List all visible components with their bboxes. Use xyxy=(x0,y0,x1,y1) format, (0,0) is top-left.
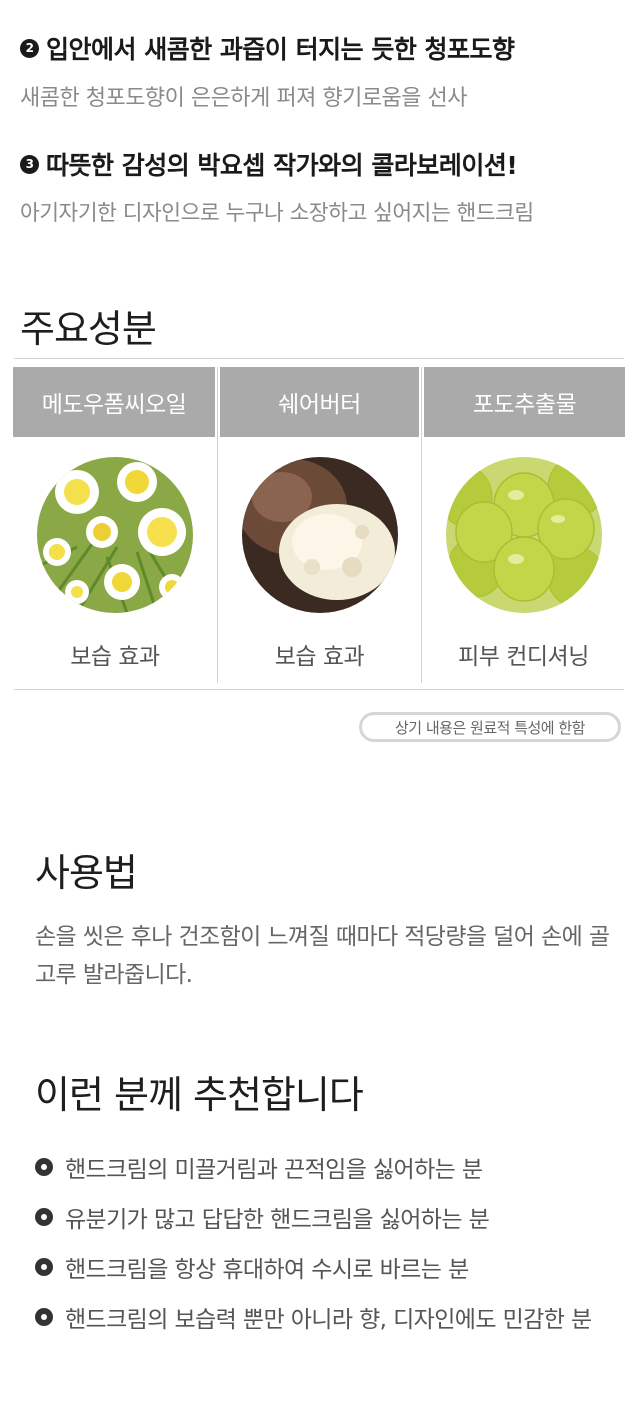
meadowfoam-flower-icon xyxy=(37,457,193,613)
recommend-item-text: 유분기가 많고 답답한 핸드크림을 싫어하는 분 xyxy=(65,1207,490,1233)
feature-2: 2 입안에서 새콤한 과즙이 터지는 듯한 청포도향 새콤한 청포도향이 은은하… xyxy=(20,30,515,112)
ingredient-effect: 피부 컨디셔닝 xyxy=(458,644,589,670)
ingredient-effect: 보습 효과 xyxy=(70,644,160,670)
recommend-title: 이런 분께 추천합니다 xyxy=(35,1073,364,1117)
divider xyxy=(14,689,624,690)
feature-2-desc: 새콤한 청포도향이 은은하게 퍼져 향기로움을 선사 xyxy=(20,86,468,111)
ingredient-name: 쉐어버터 xyxy=(220,367,419,437)
usage-title: 사용법 xyxy=(35,851,138,895)
ingredient-name: 포도추출물 xyxy=(424,367,625,437)
recommend-item-text: 핸드크림의 보습력 뿐만 아니라 향, 디자인에도 민감한 분 xyxy=(65,1307,592,1333)
list-item: 핸드크림을 항상 휴대하여 수시로 바르는 분 xyxy=(35,1242,592,1292)
ingredient-effect: 보습 효과 xyxy=(274,644,365,670)
divider xyxy=(14,358,624,359)
ingredient-grape: 포도추출물 피부 컨디셔닝 xyxy=(421,367,625,683)
recommend-item-text: 핸드크림의 미끌거림과 끈적임을 싫어하는 분 xyxy=(65,1157,483,1183)
feature-2-heading: 2 입안에서 새콤한 과즙이 터지는 듯한 청포도향 xyxy=(20,30,515,66)
feature-3-desc: 아기자기한 디자인으로 누구나 소장하고 싶어지는 핸드크림 xyxy=(20,201,534,226)
number-2-icon: 2 xyxy=(20,38,39,58)
bullet-icon xyxy=(35,1258,53,1276)
feature-3-heading: 3 따뜻한 감성의 박요셉 작가와의 콜라보레이션! xyxy=(20,146,534,182)
bullet-icon xyxy=(35,1308,53,1326)
shea-butter-icon xyxy=(241,457,398,613)
list-item: 핸드크림의 미끌거림과 끈적임을 싫어하는 분 xyxy=(35,1142,592,1192)
recommend-item-text: 핸드크림을 항상 휴대하여 수시로 바르는 분 xyxy=(65,1257,469,1283)
green-grape-icon xyxy=(445,457,602,613)
feature-3-title: 따뜻한 감성의 박요셉 작가와의 콜라보레이션! xyxy=(46,151,518,180)
feature-3: 3 따뜻한 감성의 박요셉 작가와의 콜라보레이션! 아기자기한 디자인으로 누… xyxy=(20,146,534,227)
usage-text: 손을 씻은 후나 건조함이 느껴질 때마다 적당량을 덜어 손에 골고루 발라줍… xyxy=(35,924,610,988)
ingredients-title: 주요성분 xyxy=(20,307,157,351)
feature-2-title: 입안에서 새콤한 과즙이 터지는 듯한 청포도향 xyxy=(46,35,515,64)
ingredient-meadowfoam: 메도우폼씨오일 보습 효과 xyxy=(13,367,217,683)
list-item: 유분기가 많고 답답한 핸드크림을 싫어하는 분 xyxy=(35,1192,592,1242)
ingredient-note-badge: 상기 내용은 원료적 특성에 한함 xyxy=(359,712,621,742)
bullet-icon xyxy=(35,1158,53,1176)
ingredients-table: 메도우폼씨오일 보습 효과 쉐어버터 보습 효과 포도추출물 피부 컨디셔닝 xyxy=(13,358,625,690)
bullet-icon xyxy=(35,1208,53,1226)
number-3-icon: 3 xyxy=(20,154,39,174)
recommend-list: 핸드크림의 미끌거림과 끈적임을 싫어하는 분 유분기가 많고 답답한 핸드크림… xyxy=(35,1142,592,1342)
ingredient-name: 메도우폼씨오일 xyxy=(13,367,215,437)
ingredient-shea-butter: 쉐어버터 보습 효과 xyxy=(217,367,421,683)
list-item: 핸드크림의 보습력 뿐만 아니라 향, 디자인에도 민감한 분 xyxy=(35,1292,592,1342)
